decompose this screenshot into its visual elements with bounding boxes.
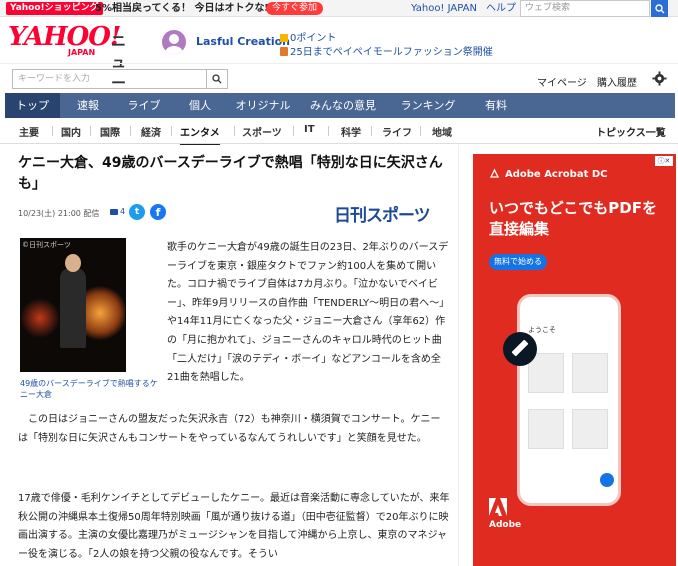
category-nav: 主要 国内 国際 経済 エンタメ スポーツ IT 科学 ライフ 地域 トピックス… — [0, 118, 678, 146]
category-domestic[interactable]: 国内 — [61, 124, 81, 139]
tab-breaking[interactable]: 速報 — [60, 93, 116, 118]
category-it[interactable]: IT — [304, 124, 315, 135]
twitter-share-icon[interactable]: t — [129, 204, 145, 220]
ad-cta-button[interactable]: 無料で始める — [489, 254, 547, 270]
article-datetime: 10/23(土) 21:00 配信 — [18, 209, 100, 218]
web-search-button[interactable] — [651, 0, 668, 17]
photo-caption[interactable]: 49歳のバースデーライブで熱唱するケニー大倉 — [20, 378, 160, 400]
purchase-history-link[interactable]: 購入履歴 — [597, 74, 637, 89]
ad-headline: いつでもどこでもPDFを直接編集 — [489, 199, 657, 238]
facebook-share-icon[interactable]: f — [150, 204, 166, 220]
tab-top[interactable]: トップ — [5, 93, 60, 118]
tab-individual[interactable]: 個人 — [172, 93, 228, 118]
keyword-search-input[interactable]: キーワードを入力 — [12, 69, 206, 89]
comment-icon — [110, 208, 118, 215]
sale-text: 25日までペイペイモールファッション祭開催 — [290, 47, 493, 58]
adobe-logo-icon — [489, 498, 507, 516]
web-search-input[interactable]: ウェブ検索 — [520, 0, 650, 17]
tab-paid[interactable]: 有料 — [468, 93, 524, 118]
category-life[interactable]: ライフ — [382, 124, 412, 139]
article: ケニー大倉、49歳のバースデーライブで熱唱「特別な日に矢沢さんも」 10/23(… — [5, 145, 459, 566]
topics-list-link[interactable]: トピックス一覧 — [596, 124, 666, 139]
pen-icon — [503, 332, 537, 366]
tab-opinions[interactable]: みんなの意見 — [298, 93, 388, 118]
japan-logo-text: JAPAN — [68, 48, 96, 57]
tab-original[interactable]: オリジナル — [228, 93, 298, 118]
phone-fab-icon — [600, 473, 614, 487]
article-lead: 歌手のケニー大倉が49歳の誕生日の23日、2年ぶりのバースデーライブを東京・銀座… — [167, 242, 450, 384]
bag-icon — [280, 47, 288, 56]
photo-credit: ©日刊スポーツ — [22, 241, 71, 249]
search-row: キーワードを入力 マイページ 購入履歴 — [0, 63, 678, 93]
ad-brand: Adobe — [489, 520, 522, 530]
points-link[interactable]: 0ポイント — [280, 29, 336, 44]
adobe-ad[interactable]: ⓘ✕ Adobe Acrobat DC いつでもどこでもPDFを直接編集 無料で… — [473, 154, 676, 566]
gear-icon[interactable] — [652, 71, 667, 86]
ad-product-name: Adobe Acrobat DC — [489, 168, 607, 180]
shopping-badge[interactable]: Yahoo!ショッピング — [6, 2, 103, 15]
article-paragraph: 17歳で俳優・毛利ケンイチとしてデビューしたケニー。最近は音楽活動に専念していた… — [18, 493, 450, 560]
comment-count-link[interactable]: 4 — [110, 207, 125, 216]
acrobat-icon — [489, 168, 500, 179]
phone-welcome-text: ようこそ — [528, 326, 556, 334]
search-icon — [654, 3, 664, 13]
category-science[interactable]: 科学 — [341, 124, 361, 139]
ad-info-icon[interactable]: ⓘ✕ — [655, 156, 673, 166]
category-region[interactable]: 地域 — [432, 124, 452, 139]
username-link[interactable]: Lasful Creation — [196, 35, 290, 48]
article-photo[interactable]: ©日刊スポーツ — [20, 238, 126, 372]
article-paragraph: この日はジョニーさんの盟友だった矢沢永吉（72）も神奈川・横須賀でコンサート。ケ… — [18, 414, 441, 444]
yahoo-logo-text: YAHOO! — [8, 22, 121, 52]
category-entertainment[interactable]: エンタメ — [180, 124, 220, 146]
category-economy[interactable]: 経済 — [141, 124, 161, 139]
source-logo[interactable]: 日刊スポーツ — [334, 201, 431, 226]
category-sports[interactable]: スポーツ — [242, 124, 282, 139]
point-icon — [280, 34, 288, 42]
tab-ranking[interactable]: ランキング — [388, 93, 468, 118]
comment-count: 4 — [120, 207, 126, 216]
avatar[interactable] — [162, 30, 186, 54]
article-title: ケニー大倉、49歳のバースデーライブで熱唱「特別な日に矢沢さんも」 — [18, 155, 443, 192]
join-now-button[interactable]: 今すぐ参加 — [266, 2, 324, 15]
mypage-link[interactable]: マイページ — [537, 74, 587, 89]
sale-link[interactable]: 25日までペイペイモールファッション祭開催 — [280, 43, 493, 58]
yahoo-news-logo[interactable]: YAHOO! JAPAN ニュース — [8, 22, 126, 113]
keyword-search-button[interactable] — [206, 69, 228, 89]
ad-product-label: Adobe Acrobat DC — [505, 169, 608, 180]
tab-live[interactable]: ライブ — [116, 93, 172, 118]
promo-bar: Yahoo!ショッピング 5%相当戻ってくる！ 今日はオトクな5のつく日 今すぐ… — [0, 0, 678, 17]
category-main[interactable]: 主要 — [19, 124, 39, 139]
category-international[interactable]: 国際 — [100, 124, 120, 139]
ad-phone-mockup: ようこそ — [517, 294, 621, 506]
help-link[interactable]: ヘルプ — [486, 2, 516, 15]
yahoo-japan-link[interactable]: Yahoo! JAPAN — [411, 2, 477, 15]
main-nav: トップ 速報 ライブ 個人 オリジナル みんなの意見 ランキング 有料 — [5, 93, 675, 118]
search-icon — [212, 74, 222, 84]
